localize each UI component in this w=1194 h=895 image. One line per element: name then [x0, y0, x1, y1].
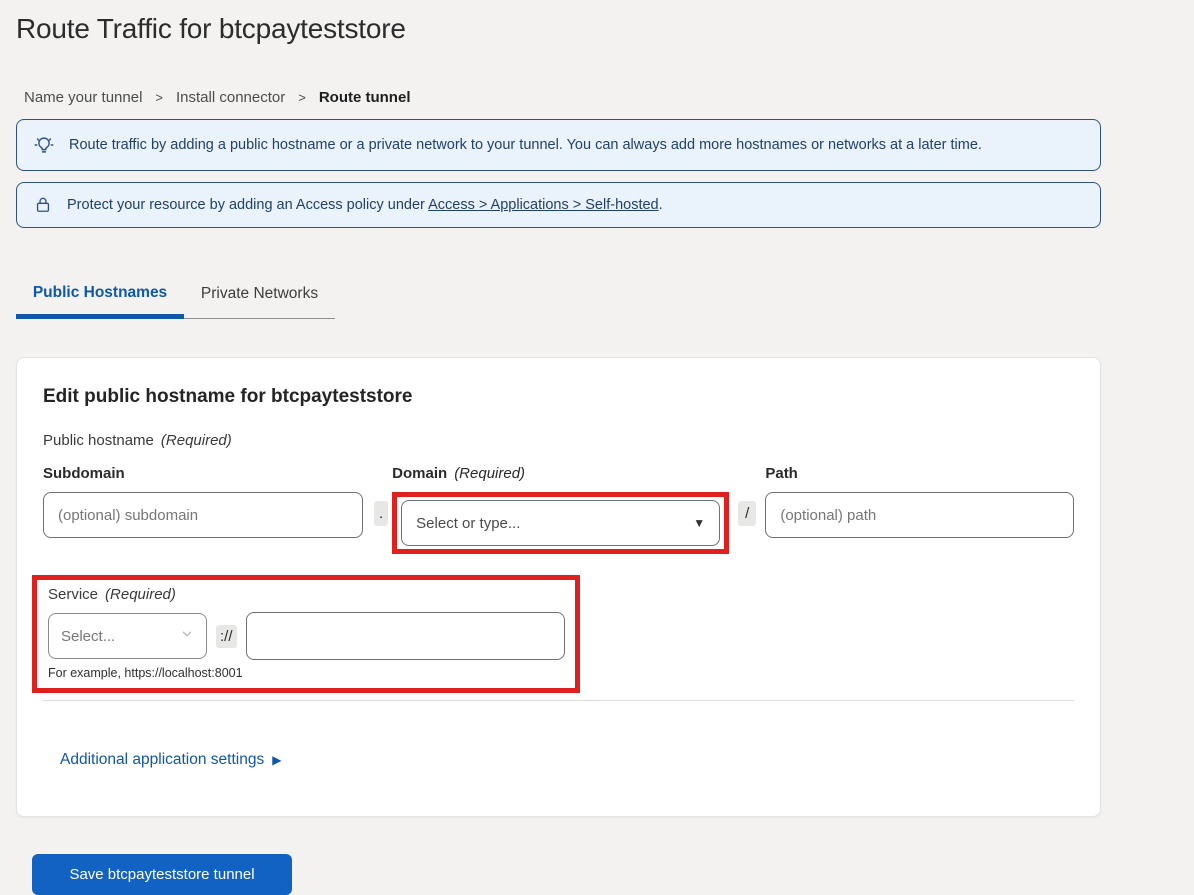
section-divider [43, 700, 1074, 701]
subdomain-input[interactable] [43, 492, 363, 538]
service-url-input[interactable] [246, 612, 565, 660]
service-select-value: Select... [61, 628, 115, 645]
service-highlight-box: Service (Required) Select... :// For exam… [32, 575, 580, 693]
service-fields-row: Select... :// [48, 612, 565, 660]
page-title: Route Traffic for btcpayteststore [16, 13, 1101, 45]
access-banner-text: Protect your resource by adding an Acces… [67, 197, 663, 213]
chevron-down-icon: ▼ [693, 516, 705, 530]
access-banner-text-after: . [659, 197, 663, 213]
domain-label: Domain (Required) [392, 465, 729, 482]
domain-field-group: Domain (Required) Select or type... ▼ [392, 465, 729, 554]
save-tunnel-button[interactable]: Save btcpayteststore tunnel [32, 854, 292, 895]
service-required: (Required) [105, 586, 176, 603]
service-label-text: Service [48, 586, 98, 603]
tab-bar: Public Hostnames Private Networks [16, 284, 1101, 319]
path-label: Path [765, 465, 1074, 482]
info-banner-text: Route traffic by adding a public hostnam… [69, 137, 982, 153]
breadcrumb-separator: > [298, 90, 306, 105]
additional-settings-label: Additional application settings [60, 751, 264, 769]
lightbulb-icon [33, 134, 55, 156]
service-helper-text: For example, https://localhost:8001 [48, 666, 565, 680]
access-policy-banner: Protect your resource by adding an Acces… [16, 182, 1101, 228]
breadcrumb-step-install-connector[interactable]: Install connector [176, 89, 285, 106]
breadcrumb-step-name-your-tunnel[interactable]: Name your tunnel [24, 89, 142, 106]
public-hostname-section-label: Public hostname (Required) [43, 432, 1074, 449]
dot-separator: . [374, 501, 388, 526]
path-input[interactable] [765, 492, 1074, 538]
public-hostname-label: Public hostname [43, 432, 154, 449]
domain-highlight-box: Select or type... ▼ [392, 492, 729, 554]
info-banner-route-traffic: Route traffic by adding a public hostnam… [16, 119, 1101, 171]
subdomain-field-group: Subdomain [43, 465, 363, 554]
domain-select[interactable]: Select or type... ▼ [401, 500, 720, 546]
subdomain-label: Subdomain [43, 465, 363, 482]
path-field-group: Path [765, 465, 1074, 554]
access-applications-link[interactable]: Access > Applications > Self-hosted [428, 197, 659, 213]
domain-select-value: Select or type... [416, 515, 520, 532]
tab-private-networks[interactable]: Private Networks [184, 285, 335, 319]
service-section-label: Service (Required) [48, 586, 565, 603]
chevron-down-icon [180, 627, 194, 645]
main-content: Route Traffic for btcpayteststore Name y… [16, 13, 1101, 895]
slash-separator: / [738, 501, 756, 526]
domain-label-text: Domain [392, 465, 447, 482]
scheme-separator: :// [216, 625, 237, 648]
hostname-fields-row: Subdomain . Domain (Required) Select or t… [43, 465, 1074, 554]
card-heading: Edit public hostname for btcpayteststore [43, 386, 1074, 408]
breadcrumb-separator: > [155, 90, 163, 105]
domain-required: (Required) [454, 465, 525, 482]
caret-right-icon: ▶ [272, 753, 281, 767]
service-type-select[interactable]: Select... [48, 613, 207, 659]
access-banner-text-before: Protect your resource by adding an Acces… [67, 197, 428, 213]
lock-icon [33, 195, 53, 215]
public-hostname-required: (Required) [161, 432, 232, 449]
edit-hostname-card: Edit public hostname for btcpayteststore… [16, 357, 1101, 817]
breadcrumb: Name your tunnel > Install connector > R… [24, 89, 1101, 106]
breadcrumb-step-route-tunnel: Route tunnel [319, 89, 411, 106]
additional-application-settings-link[interactable]: Additional application settings ▶ [60, 751, 281, 769]
tab-public-hostnames[interactable]: Public Hostnames [16, 284, 184, 319]
